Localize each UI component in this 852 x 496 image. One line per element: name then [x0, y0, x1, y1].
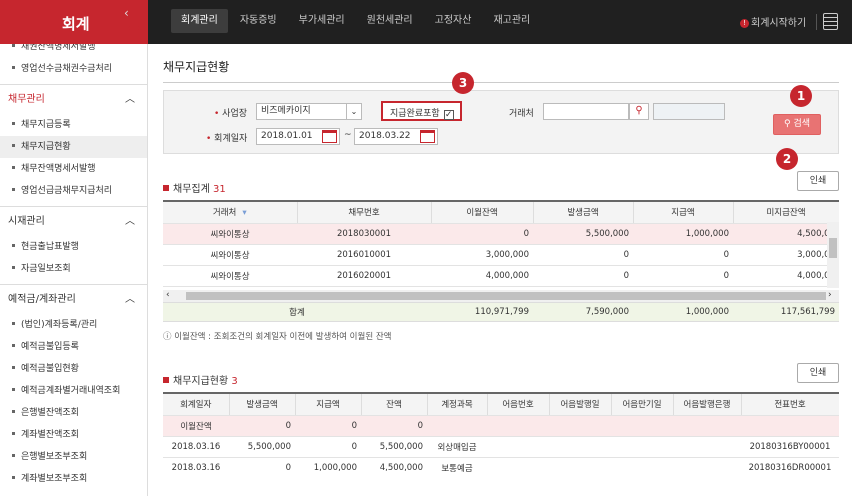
scroll-right-icon[interactable]: ›: [828, 290, 832, 300]
headset-icon[interactable]: [127, 25, 141, 35]
collapse-sidebar-icon[interactable]: ‹: [124, 6, 129, 20]
sidebar-item-payment-register[interactable]: 채무지급등록: [0, 114, 147, 136]
calendar-icon[interactable]: [420, 130, 435, 143]
title-divider: [163, 82, 839, 83]
sidebar: 채권잔액명세서발행 영업선수금채권수금처리 채무관리 ︿ 채무지급등록 채무지급현…: [0, 44, 148, 496]
detail-print-button[interactable]: 인쇄: [797, 363, 839, 383]
table-row[interactable]: 2018.03.16 0 1,000,000 4,500,000 보통예금 2018031…: [163, 457, 839, 476]
table-header-row: 회계일자 발생금액 지급액 잔액 계정과목 어음번호 어음발행일 어음만기일 어음발행은행 전표번…: [163, 394, 839, 416]
sidebar-item-receivable-statement[interactable]: 채권잔액명세서발행: [0, 44, 147, 58]
nav-accounting[interactable]: 회계관리: [171, 9, 228, 33]
sidebar-item-advance-payment[interactable]: 영업선급금채무지급처리: [0, 180, 147, 202]
nav-inventory[interactable]: 재고관리: [483, 9, 540, 33]
sidebar-item-payable-statement[interactable]: 채무잔액명세서발행: [0, 158, 147, 180]
col-paid[interactable]: 지급액: [633, 202, 734, 224]
chevron-up-icon: ︿: [125, 94, 135, 105]
table-header-row: 거래처 ▾ 채무번호 이월잔액 발생금액 지급액 미지급잔액: [163, 202, 839, 224]
sidebar-item-payment-status[interactable]: 채무지급현황: [0, 136, 147, 158]
vertical-scroll-thumb[interactable]: [829, 238, 837, 258]
table-row[interactable]: 2018.03.16 5,500,000 0 5,500,000 외상매입금 201803…: [163, 436, 839, 458]
col-carryover[interactable]: 이월잔액: [431, 202, 534, 224]
date-separator: ~: [344, 130, 352, 140]
sidebar-item-account-balance[interactable]: 계좌별잔액조회: [0, 424, 147, 446]
table-row[interactable]: 씨와이통상 2016020001 4,000,000 0 0 4,000,00: [163, 265, 839, 287]
summary-total-row: 합계 110,971,799 7,590,000 1,000,000 117,5…: [163, 302, 839, 322]
vendor-name-field: [653, 103, 725, 120]
sidebar-item-bank-ledger[interactable]: 은행별보조부조회: [0, 446, 147, 468]
detail-table: 회계일자 발생금액 지급액 잔액 계정과목 어음번호 어음발행일 어음만기일 어음발행은행 전표번…: [163, 392, 839, 476]
sidebar-group-deposits[interactable]: 예적금/계좌관리 ︿: [0, 284, 147, 314]
search-button[interactable]: ⚲ 검색: [773, 114, 821, 135]
vendor-label: 거래처: [509, 109, 534, 119]
biz-label: • 사업장: [214, 109, 248, 119]
sidebar-item-account-register[interactable]: (법인)계좌등록/관리: [0, 314, 147, 336]
sidebar-item-account-history[interactable]: 예적금계좌별거래내역조회: [0, 380, 147, 402]
summary-print-button[interactable]: 인쇄: [797, 171, 839, 191]
col-debt-no[interactable]: 채무번호: [297, 202, 432, 224]
total-occurred: 7,590,000: [585, 307, 629, 317]
vendor-code-input[interactable]: [543, 103, 629, 120]
sidebar-item-daily-funds[interactable]: 자금일보조회: [0, 258, 147, 280]
calendar-icon[interactable]: [322, 130, 337, 143]
sidebar-item-cash-report[interactable]: 현금출납표발행: [0, 236, 147, 258]
col-vendor[interactable]: 거래처 ▾: [163, 202, 298, 224]
sidebar-item-bank-balance[interactable]: 은행별잔액조회: [0, 402, 147, 424]
sidebar-group-cash[interactable]: 시재관리 ︿: [0, 206, 147, 236]
scroll-left-icon[interactable]: ‹: [166, 290, 170, 300]
nav-withholding[interactable]: 원천세관리: [357, 9, 423, 33]
nav-fixed-assets[interactable]: 고정자산: [425, 9, 482, 33]
carryover-note: ⓘ 이월잔액 : 조회조건의 회계일자 이전에 발생하여 이월된 잔액: [163, 332, 392, 342]
include-paid-checkbox[interactable]: ✓: [443, 110, 454, 120]
col-unpaid[interactable]: 미지급잔액: [733, 202, 839, 224]
search-icon[interactable]: ⚲: [629, 103, 649, 120]
filter-icon: ▾: [242, 208, 247, 219]
total-label: 합계: [289, 308, 305, 318]
detail-title: 채무지급현황 3: [163, 372, 238, 387]
start-label: 회계시작하기: [751, 18, 807, 29]
sidebar-item-deposit-register[interactable]: 예적금불입등록: [0, 336, 147, 358]
col-occurred[interactable]: 발생금액: [533, 202, 634, 224]
chevron-up-icon: ︿: [125, 294, 135, 305]
summary-table: 거래처 ▾ 채무번호 이월잔액 발생금액 지급액 미지급잔액 씨와이통상 20180…: [163, 200, 839, 288]
callout-badge-2: 2: [776, 148, 798, 170]
table-row[interactable]: 씨와이통상 2016010001 3,000,000 0 0 3,000,00: [163, 244, 839, 266]
horizontal-scroll-thumb[interactable]: [186, 292, 826, 300]
callout-badge-1: 1: [790, 85, 812, 107]
sidebar-group-payables[interactable]: 채무관리 ︿: [0, 84, 147, 114]
divider: [816, 14, 817, 30]
sidebar-item-advance-receipt[interactable]: 영업선수금채권수금처리: [0, 58, 147, 80]
nav-auto-evidence[interactable]: 자동증빙: [230, 9, 287, 33]
sidebar-item-account-ledger[interactable]: 계좌별보조부조회: [0, 468, 147, 490]
total-carryover: 110,971,799: [474, 307, 529, 317]
chevron-down-icon: ⌄: [346, 104, 361, 119]
total-paid: 1,000,000: [685, 307, 729, 317]
nav-vat[interactable]: 부가세관리: [289, 9, 355, 33]
table-row[interactable]: 씨와이통상 2018030001 0 5,500,000 1,000,000 4,500,…: [163, 223, 839, 245]
start-accounting-link[interactable]: ! 회계시작하기: [740, 14, 806, 29]
top-navigation: 회계관리 자동증빙 부가세관리 원천세관리 고정자산 재고관리: [171, 9, 542, 33]
biz-select[interactable]: 비즈메카이지 ⌄: [256, 103, 362, 120]
calculator-icon[interactable]: [823, 13, 838, 30]
table-row[interactable]: 이월잔액 0 0 0: [163, 415, 839, 437]
info-icon: !: [740, 19, 749, 28]
chevron-up-icon: ︿: [125, 216, 135, 227]
date-label: • 회계일자: [206, 134, 248, 144]
include-paid-toggle[interactable]: 지급완료포함 ✓: [381, 101, 462, 121]
summary-title: 채무집계 31: [163, 180, 226, 195]
total-unpaid: 117,561,799: [780, 307, 835, 317]
sidebar-item-deposit-status[interactable]: 예적금불입현황: [0, 358, 147, 380]
callout-badge-3: 3: [452, 72, 474, 94]
page-title: 채무지급현황: [163, 60, 230, 74]
